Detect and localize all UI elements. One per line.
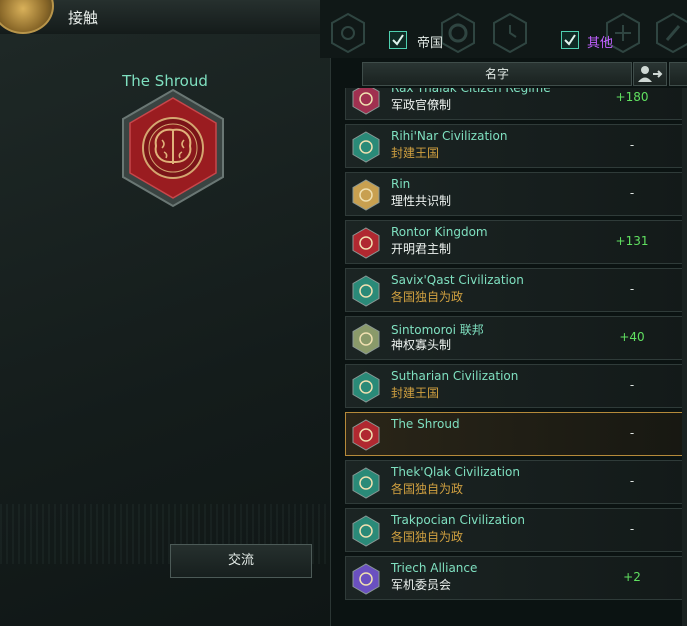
contact-row[interactable]: Thek'Qlak Civilization 各国独自为政 -	[345, 460, 687, 504]
contact-row[interactable]: Savix'Qast Civilization 各国独自为政 -	[345, 268, 687, 312]
contact-row[interactable]: Rontor Kingdom 开明君主制 +131	[345, 220, 687, 264]
contact-opinion: -	[629, 522, 635, 536]
contact-opinion: +2	[623, 570, 641, 584]
column-header-extra	[669, 62, 687, 86]
contact-row[interactable]: Rin 理性共识制 -	[345, 172, 687, 216]
contact-row[interactable]: Rax'Thalak Citizen Regime 军政官僚制 +180	[345, 88, 687, 120]
contact-government: 开明君主制	[391, 242, 452, 256]
window-titlebar: 接触	[0, 0, 320, 35]
list-scrollbar[interactable]	[682, 88, 687, 626]
contact-name: Trakpocian Civilization	[391, 513, 525, 527]
contact-opinion: -	[629, 474, 635, 488]
contact-name: Savix'Qast Civilization	[391, 273, 524, 287]
hook-icon	[352, 515, 380, 547]
contact-name: Rax'Thalak Citizen Regime	[391, 88, 551, 95]
contact-government: 各国独自为政	[391, 530, 464, 544]
contact-opinion: +131	[615, 234, 649, 248]
contact-government: 封建王国	[391, 146, 440, 160]
empire-emblem	[120, 88, 226, 208]
contact-government: 各国独自为政	[391, 482, 464, 496]
checkmark-icon	[564, 34, 576, 46]
contact-name: Sutharian Civilization	[391, 369, 519, 383]
others-filter-checkbox[interactable]	[561, 31, 579, 49]
contact-name: Triech Alliance	[391, 561, 478, 575]
axe-icon	[352, 371, 380, 403]
gear-icon[interactable]	[440, 12, 476, 54]
axe-icon	[352, 131, 380, 163]
contact-opinion: -	[629, 282, 635, 296]
contact-name: Rontor Kingdom	[391, 225, 488, 239]
add-contact-icon	[638, 66, 663, 82]
cog-icon	[352, 179, 380, 211]
claw-icon	[352, 88, 380, 115]
hook-icon	[352, 275, 380, 307]
contact-row[interactable]: The Shroud -	[345, 412, 687, 456]
contact-list: Rax'Thalak Citizen Regime 军政官僚制 +180 Rihi'N…	[345, 88, 687, 626]
checkmark-icon	[392, 34, 404, 46]
clock-icon[interactable]	[492, 12, 528, 54]
star-icon	[352, 563, 380, 595]
edit-icon[interactable]	[655, 12, 687, 54]
top-toolbar	[320, 0, 687, 58]
brain-icon	[122, 88, 224, 208]
contact-name: The Shroud	[391, 417, 460, 431]
contact-name: Thek'Qlak Civilization	[391, 465, 520, 479]
contact-opinion: -	[629, 138, 635, 152]
contact-opinion: +180	[615, 90, 649, 104]
contact-row[interactable]: Triech Alliance 军机委员会 +2	[345, 556, 687, 600]
contacts-emblem-icon	[0, 0, 54, 34]
column-header-name[interactable]: 名字	[362, 62, 632, 86]
contact-row[interactable]: Sintomoroi 联邦 神权寡头制 +40	[345, 316, 687, 360]
empires-filter-label[interactable]: 帝国	[417, 32, 443, 51]
contact-name: Rihi'Nar Civilization	[391, 129, 508, 143]
others-filter-label[interactable]: 其他	[587, 32, 613, 51]
contact-government: 军机委员会	[391, 578, 452, 592]
contact-government: 神权寡头制	[391, 338, 452, 352]
network-icon[interactable]	[330, 12, 366, 54]
empires-filter-checkbox[interactable]	[389, 31, 407, 49]
contact-government: 军政官僚制	[391, 98, 452, 112]
contact-opinion: -	[629, 186, 635, 200]
brain-icon	[352, 419, 380, 451]
crescent-icon	[352, 227, 380, 259]
contact-government: 封建王国	[391, 386, 440, 400]
contact-opinion: -	[629, 378, 635, 392]
contact-opinion: +40	[619, 330, 645, 344]
column-header-opinion[interactable]	[633, 62, 667, 86]
hook-icon	[352, 467, 380, 499]
contact-row[interactable]: Trakpocian Civilization 各国独自为政 -	[345, 508, 687, 552]
contact-row[interactable]: Rihi'Nar Civilization 封建王国 -	[345, 124, 687, 168]
contact-government: 理性共识制	[391, 194, 452, 208]
eye-icon	[352, 323, 380, 355]
communicate-button[interactable]: 交流	[170, 544, 312, 578]
contact-row[interactable]: Sutharian Civilization 封建王国 -	[345, 364, 687, 408]
contact-name: Rin	[391, 177, 411, 191]
contact-government: 各国独自为政	[391, 290, 464, 304]
window-title: 接触	[68, 9, 99, 27]
contact-opinion: -	[629, 426, 635, 440]
